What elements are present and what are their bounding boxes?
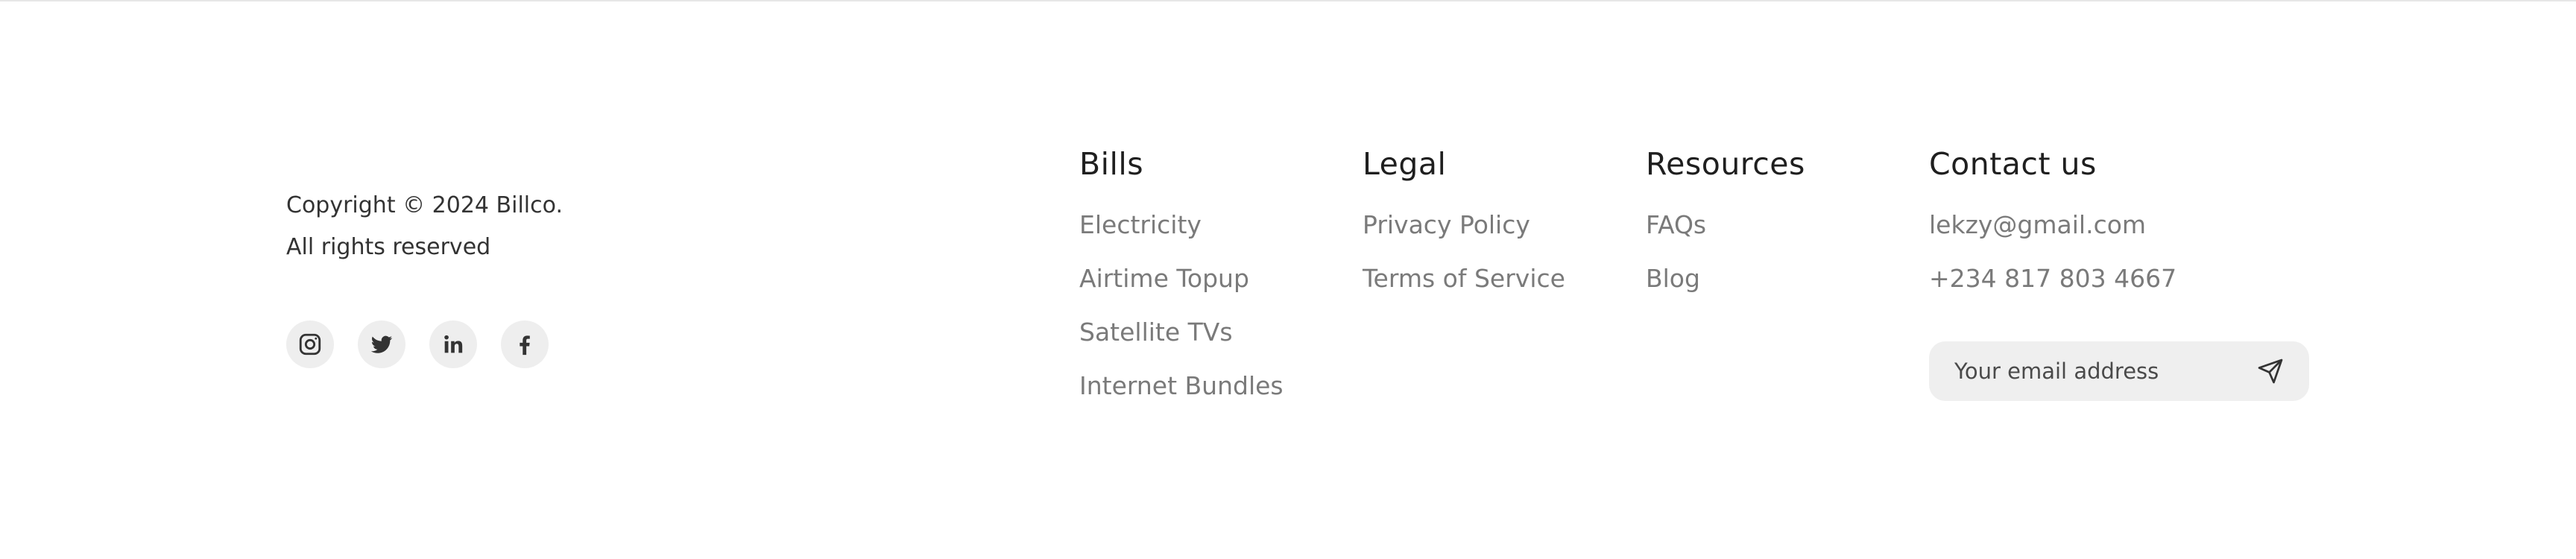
social-links [286,320,549,368]
legal-heading: Legal [1363,146,1447,182]
instagram-link[interactable] [286,320,334,368]
contact-phone-link[interactable]: +234 817 803 4667 [1929,252,2176,306]
legal-column: Legal Privacy Policy Terms of Service [1363,143,1565,306]
rights-text: All rights reserved [286,234,491,260]
legal-link-terms[interactable]: Terms of Service [1363,252,1565,306]
legal-list: Privacy Policy Terms of Service [1363,198,1565,306]
copyright-text: Copyright © 2024 Billco. [286,192,563,218]
bills-link-internet[interactable]: Internet Bundles [1079,359,1284,413]
instagram-icon [299,333,321,356]
footer-brand: Copyright © 2024 Billco. All rights rese… [286,185,563,268]
bills-link-electricity[interactable]: Electricity [1079,198,1284,252]
resources-list: FAQs Blog [1646,198,1805,306]
bills-column: Bills Electricity Airtime Topup Satellit… [1079,143,1284,413]
contact-heading: Contact us [1929,146,2097,182]
bills-list: Electricity Airtime Topup Satellite TVs … [1079,198,1284,413]
linkedin-icon [444,335,463,353]
resources-link-faqs[interactable]: FAQs [1646,198,1805,252]
bills-link-satellite[interactable]: Satellite TVs [1079,306,1284,359]
facebook-link[interactable] [501,320,549,368]
twitter-icon [370,335,393,353]
newsletter-form [1929,341,2309,401]
resources-column: Resources FAQs Blog [1646,143,1805,306]
legal-link-privacy[interactable]: Privacy Policy [1363,198,1565,252]
contact-email-link[interactable]: lekzy@gmail.com [1929,198,2176,252]
contact-column: Contact us lekzy@gmail.com +234 817 803 … [1929,143,2176,306]
send-icon [2258,359,2283,384]
bills-heading: Bills [1079,146,1144,182]
send-button[interactable] [2254,355,2287,388]
top-divider [0,0,2576,1]
contact-list: lekzy@gmail.com +234 817 803 4667 [1929,198,2176,306]
resources-heading: Resources [1646,146,1805,182]
facebook-icon [520,335,530,356]
linkedin-link[interactable] [429,320,477,368]
resources-link-blog[interactable]: Blog [1646,252,1805,306]
twitter-link[interactable] [358,320,405,368]
bills-link-airtime[interactable]: Airtime Topup [1079,252,1284,306]
newsletter-email-input[interactable] [1953,358,2254,385]
